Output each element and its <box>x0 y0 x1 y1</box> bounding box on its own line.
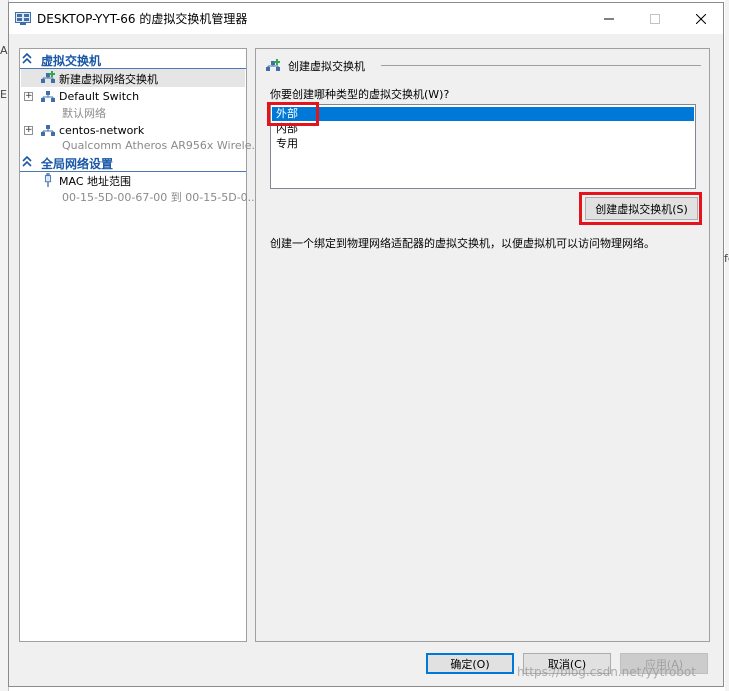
tree-item-label: MAC 地址范围 <box>59 175 131 188</box>
watermark: https://blog.csdn.net/yytrobot <box>517 665 696 679</box>
mac-range-icon <box>44 173 52 187</box>
panel-title: 创建虚拟交换机 <box>288 60 365 73</box>
tree-item-default-switch[interactable]: + Default Switch 默认网络 <box>21 87 245 121</box>
collapse-chevron-icon <box>22 53 32 64</box>
collapse-chevron-icon <box>22 156 32 167</box>
section-title: 虚拟交换机 <box>41 54 102 68</box>
expand-icon[interactable]: + <box>24 126 33 135</box>
section-header-virtual-switches[interactable]: 虚拟交换机 <box>20 52 246 69</box>
background-text-fragment: E <box>0 88 7 101</box>
tree-item-subtitle: 默认网络 <box>62 107 106 120</box>
tree-item-new-virtual-switch[interactable]: 新建虚拟网络交换机 <box>21 69 245 87</box>
tree-item-subtitle: 00-15-5D-00-67-00 到 00-15-5D-0... <box>62 191 259 204</box>
highlight-annotation-create-button <box>579 192 702 225</box>
switch-type-option-external[interactable]: 外部 <box>272 107 694 121</box>
minimize-icon <box>604 18 614 19</box>
navigation-tree: 虚拟交换机 新建虚拟网络交换机 + Default Switch 默认网络 + … <box>19 48 262 642</box>
switch-type-option-private[interactable]: 专用 <box>272 137 694 151</box>
tree-item-subtitle: Qualcomm Atheros AR956x Wirele... <box>62 139 262 152</box>
switch-type-question: 你要创建哪种类型的虚拟交换机(W)? <box>270 88 450 101</box>
network-switch-icon <box>41 125 55 136</box>
switch-type-listbox[interactable]: 外部 内部 专用 <box>270 104 696 189</box>
background-text-fragment: fe <box>724 252 729 265</box>
virtual-switch-manager-window: DESKTOP-YYT-66 的虚拟交换机管理器 虚拟交换机 新建虚拟网络交换机… <box>8 2 724 687</box>
add-switch-icon <box>266 59 280 71</box>
switch-type-description: 创建一个绑定到物理网络适配器的虚拟交换机，以便虚拟机可以访问物理网络。 <box>270 237 655 250</box>
maximize-icon <box>650 13 660 24</box>
background-window-strip-right <box>725 0 729 691</box>
background-text-fragment: A <box>0 44 8 57</box>
close-button[interactable] <box>678 3 724 34</box>
tree-item-label: Default Switch <box>59 90 140 103</box>
hyper-v-manager-icon <box>15 12 31 25</box>
maximize-button[interactable] <box>632 3 678 34</box>
expand-icon[interactable]: + <box>24 92 33 101</box>
ok-button[interactable]: 确定(O) <box>426 653 514 674</box>
title-bar[interactable]: DESKTOP-YYT-66 的虚拟交换机管理器 <box>9 3 723 34</box>
header-divider <box>381 65 701 66</box>
section-title: 全局网络设置 <box>41 157 114 171</box>
highlight-annotation-external <box>267 102 319 126</box>
tree-item-label: 新建虚拟网络交换机 <box>59 73 158 86</box>
tree-item-label: centos-network <box>59 124 145 137</box>
add-switch-icon <box>41 71 55 83</box>
window-title: DESKTOP-YYT-66 的虚拟交换机管理器 <box>37 12 248 26</box>
tree-item-mac-address-range[interactable]: MAC 地址范围 00-15-5D-00-67-00 到 00-15-5D-0.… <box>21 172 258 206</box>
close-icon <box>696 13 706 24</box>
create-virtual-switch-panel: 创建虚拟交换机 你要创建哪种类型的虚拟交换机(W)? 外部 内部 专用 创建虚拟… <box>255 48 710 642</box>
network-switch-icon <box>41 91 55 102</box>
tree-item-centos-network[interactable]: + centos-network Qualcomm Atheros AR956x… <box>21 121 262 155</box>
minimize-button[interactable] <box>586 3 632 34</box>
section-header-global-network-settings[interactable]: 全局网络设置 <box>20 155 246 172</box>
switch-type-option-internal[interactable]: 内部 <box>272 122 694 136</box>
